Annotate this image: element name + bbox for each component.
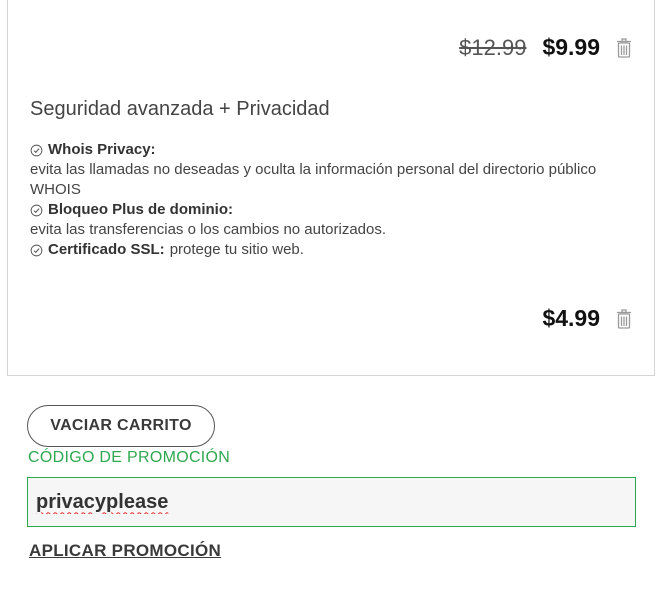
feature-label: Bloqueo Plus de dominio: xyxy=(48,201,233,218)
feature-item: Bloqueo Plus de dominio: evita las trans… xyxy=(30,200,630,240)
feature-description: protege tu sitio web. xyxy=(169,241,304,258)
feature-label: Certificado SSL: xyxy=(48,241,165,258)
item2-price-row: $4.99 xyxy=(542,305,600,332)
feature-description: evita las transferencias o los cambios n… xyxy=(30,221,387,238)
trash-icon[interactable] xyxy=(616,309,632,329)
check-circle-icon xyxy=(30,204,43,216)
check-circle-icon xyxy=(30,144,43,156)
promo-code-input[interactable] xyxy=(27,477,636,527)
current-price: $9.99 xyxy=(542,34,600,60)
feature-list: Whois Privacy: evita las llamadas no des… xyxy=(30,140,630,260)
feature-description: evita las llamadas no deseadas y oculta … xyxy=(30,161,597,198)
feature-label: Whois Privacy: xyxy=(48,141,156,158)
current-price: $4.99 xyxy=(542,305,600,331)
promo-code-label: CÓDIGO DE PROMOCIÓN xyxy=(28,449,231,466)
original-price: $12.99 xyxy=(459,34,527,60)
product-title: Seguridad avanzada + Privacidad xyxy=(30,98,330,120)
empty-cart-button[interactable]: VACIAR CARRITO xyxy=(27,405,215,447)
check-circle-icon xyxy=(30,244,43,256)
apply-promo-link[interactable]: APLICAR PROMOCIÓN xyxy=(29,541,221,561)
item1-price-row: $12.99 $9.99 xyxy=(459,34,600,61)
cart-items-card: $12.99 $9.99 Seguridad avanzada + Privac… xyxy=(7,0,655,376)
feature-item: Certificado SSL: protege tu sitio web. xyxy=(30,240,630,260)
trash-icon[interactable] xyxy=(616,38,632,58)
feature-item: Whois Privacy: evita las llamadas no des… xyxy=(30,140,630,200)
